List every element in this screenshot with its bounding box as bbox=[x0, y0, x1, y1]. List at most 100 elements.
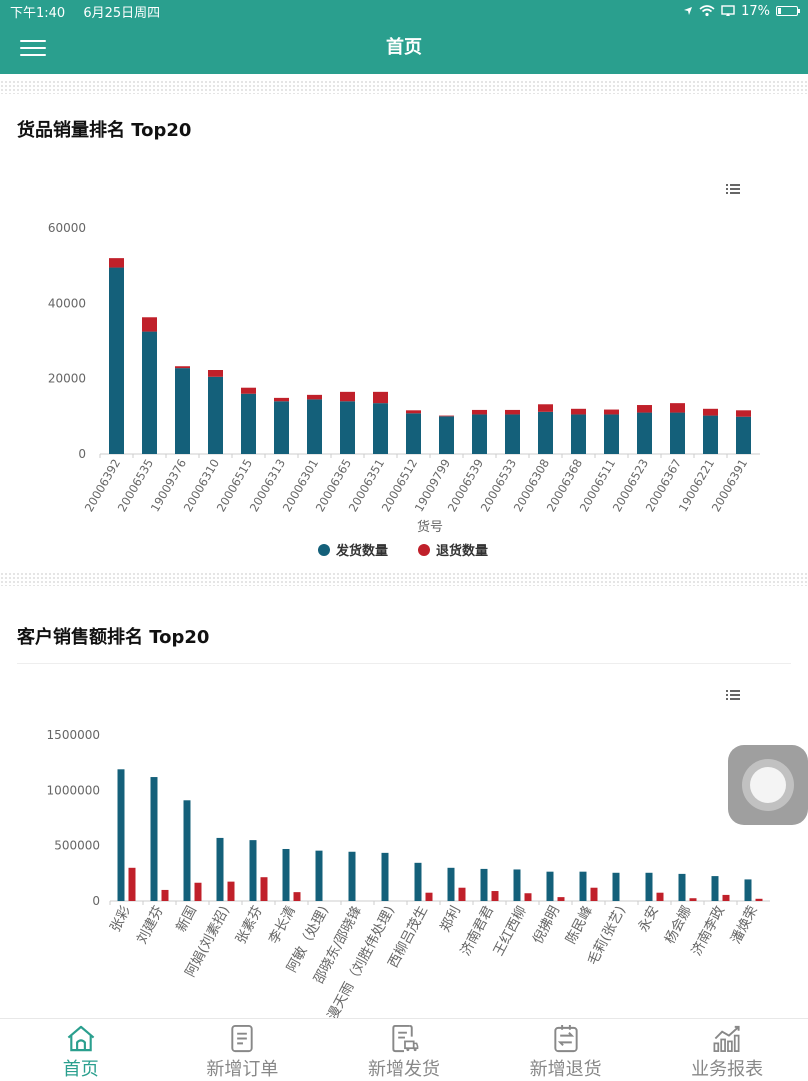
return-amount-bar[interactable] bbox=[755, 898, 763, 901]
ship-qty-bar[interactable] bbox=[274, 401, 289, 454]
sales-amount-bar[interactable] bbox=[117, 769, 125, 901]
return-qty-bar[interactable] bbox=[340, 391, 355, 402]
return-amount-bar[interactable] bbox=[128, 867, 136, 901]
return-amount-bar[interactable] bbox=[689, 898, 697, 901]
return-qty-bar[interactable] bbox=[406, 410, 421, 414]
sales-amount-bar[interactable] bbox=[315, 850, 323, 901]
ship-qty-bar[interactable] bbox=[472, 414, 487, 454]
sales-amount-bar[interactable] bbox=[150, 777, 158, 901]
return-qty-bar[interactable] bbox=[439, 415, 454, 417]
chart-menu-icon[interactable] bbox=[726, 184, 740, 194]
legend-item-ship[interactable]: 发货数量 bbox=[318, 543, 388, 559]
sales-amount-bar[interactable] bbox=[216, 837, 224, 901]
return-qty-bar[interactable] bbox=[505, 409, 520, 415]
x-category-label: 郑利 bbox=[437, 903, 464, 934]
return-qty-bar[interactable] bbox=[109, 258, 124, 268]
return-qty-bar[interactable] bbox=[571, 408, 586, 415]
ship-qty-bar[interactable] bbox=[307, 399, 322, 454]
legend-label: 发货数量 bbox=[335, 543, 388, 559]
tab-report[interactable]: 业务报表 bbox=[646, 1019, 808, 1081]
sales-amount-bar[interactable] bbox=[414, 862, 422, 901]
ship-qty-bar[interactable] bbox=[703, 415, 718, 454]
return-amount-bar[interactable] bbox=[161, 889, 169, 901]
ship-qty-bar[interactable] bbox=[175, 368, 190, 454]
ship-qty-bar[interactable] bbox=[340, 401, 355, 454]
sales-amount-bar[interactable] bbox=[480, 868, 488, 901]
ship-qty-bar[interactable] bbox=[109, 267, 124, 454]
ship-qty-bar[interactable] bbox=[142, 331, 157, 454]
x-category-label: 杨会娜 bbox=[662, 903, 695, 946]
tab-new-order[interactable]: 新增订单 bbox=[162, 1019, 324, 1081]
screen-mirror-icon bbox=[721, 5, 735, 16]
return-amount-bar[interactable] bbox=[722, 894, 730, 901]
return-qty-bar[interactable] bbox=[208, 370, 223, 377]
ship-qty-bar[interactable] bbox=[505, 414, 520, 454]
page-title: 首页 bbox=[386, 37, 422, 58]
return-amount-bar[interactable] bbox=[458, 887, 466, 901]
chart-menu-icon[interactable] bbox=[726, 690, 740, 700]
sales-amount-bar[interactable] bbox=[744, 879, 752, 901]
ship-qty-bar[interactable] bbox=[736, 416, 751, 454]
return-amount-bar[interactable] bbox=[590, 887, 598, 901]
ship-qty-bar[interactable] bbox=[241, 393, 256, 454]
x-category-label: 张彩 bbox=[107, 903, 134, 935]
return-amount-bar[interactable] bbox=[656, 892, 664, 901]
sales-amount-bar[interactable] bbox=[645, 872, 653, 901]
legend-swatch bbox=[318, 544, 330, 556]
sales-amount-bar[interactable] bbox=[678, 873, 686, 901]
tab-label: 新增订单 bbox=[206, 1059, 279, 1080]
return-amount-bar[interactable] bbox=[557, 897, 565, 901]
tab-home[interactable]: 首页 bbox=[0, 1019, 162, 1081]
ship-qty-bar[interactable] bbox=[637, 412, 652, 454]
return-amount-bar[interactable] bbox=[227, 881, 235, 901]
sales-amount-bar[interactable] bbox=[513, 869, 521, 901]
chart2-title: 客户销售额排名 Top20 bbox=[17, 627, 210, 648]
return-qty-bar[interactable] bbox=[472, 409, 487, 415]
sales-amount-bar[interactable] bbox=[183, 800, 191, 901]
tab-new-shipment[interactable]: 新增发货 bbox=[323, 1019, 485, 1081]
return-qty-bar[interactable] bbox=[142, 317, 157, 332]
sales-amount-bar[interactable] bbox=[381, 852, 389, 901]
return-amount-bar[interactable] bbox=[194, 882, 202, 901]
sales-amount-bar[interactable] bbox=[249, 840, 257, 901]
return-qty-bar[interactable] bbox=[274, 397, 289, 402]
ship-qty-bar[interactable] bbox=[439, 416, 454, 454]
sales-amount-bar[interactable] bbox=[546, 871, 554, 901]
tab-new-return[interactable]: 新增退货 bbox=[485, 1019, 647, 1081]
return-qty-bar[interactable] bbox=[736, 410, 751, 417]
return-qty-bar[interactable] bbox=[373, 391, 388, 404]
legend-label: 退货数量 bbox=[436, 543, 488, 559]
sales-amount-bar[interactable] bbox=[579, 871, 587, 901]
x-category-label: 张素芬 bbox=[233, 903, 266, 947]
return-qty-bar[interactable] bbox=[307, 394, 322, 400]
ship-qty-bar[interactable] bbox=[406, 413, 421, 454]
return-amount-bar[interactable] bbox=[260, 877, 268, 901]
return-amount-bar[interactable] bbox=[491, 891, 499, 901]
return-amount-bar[interactable] bbox=[524, 893, 532, 901]
ship-qty-bar[interactable] bbox=[208, 376, 223, 454]
sales-amount-bar[interactable] bbox=[447, 867, 455, 901]
legend-item-return[interactable]: 退货数量 bbox=[418, 543, 488, 559]
return-qty-bar[interactable] bbox=[538, 404, 553, 412]
return-qty-bar[interactable] bbox=[670, 403, 685, 413]
ship-qty-bar[interactable] bbox=[373, 403, 388, 454]
ship-qty-bar[interactable] bbox=[604, 414, 619, 454]
return-amount-bar[interactable] bbox=[425, 892, 433, 901]
return-qty-bar[interactable] bbox=[703, 408, 718, 416]
return-amount-bar[interactable] bbox=[293, 892, 301, 901]
legend-swatch bbox=[418, 544, 430, 556]
ship-qty-bar[interactable] bbox=[670, 412, 685, 454]
separator-band bbox=[0, 572, 808, 586]
return-qty-bar[interactable] bbox=[637, 405, 652, 413]
return-qty-bar[interactable] bbox=[241, 387, 256, 394]
sales-amount-bar[interactable] bbox=[282, 848, 290, 901]
sales-amount-bar[interactable] bbox=[348, 851, 356, 901]
return-qty-bar[interactable] bbox=[175, 366, 190, 369]
status-bar: 下午1:40 6月25日周四 17% bbox=[0, 0, 808, 22]
return-qty-bar[interactable] bbox=[604, 409, 619, 415]
sales-amount-bar[interactable] bbox=[612, 872, 620, 901]
assistive-touch-button[interactable] bbox=[728, 745, 808, 825]
sales-amount-bar[interactable] bbox=[711, 876, 719, 901]
ship-qty-bar[interactable] bbox=[538, 411, 553, 454]
ship-qty-bar[interactable] bbox=[571, 414, 586, 454]
